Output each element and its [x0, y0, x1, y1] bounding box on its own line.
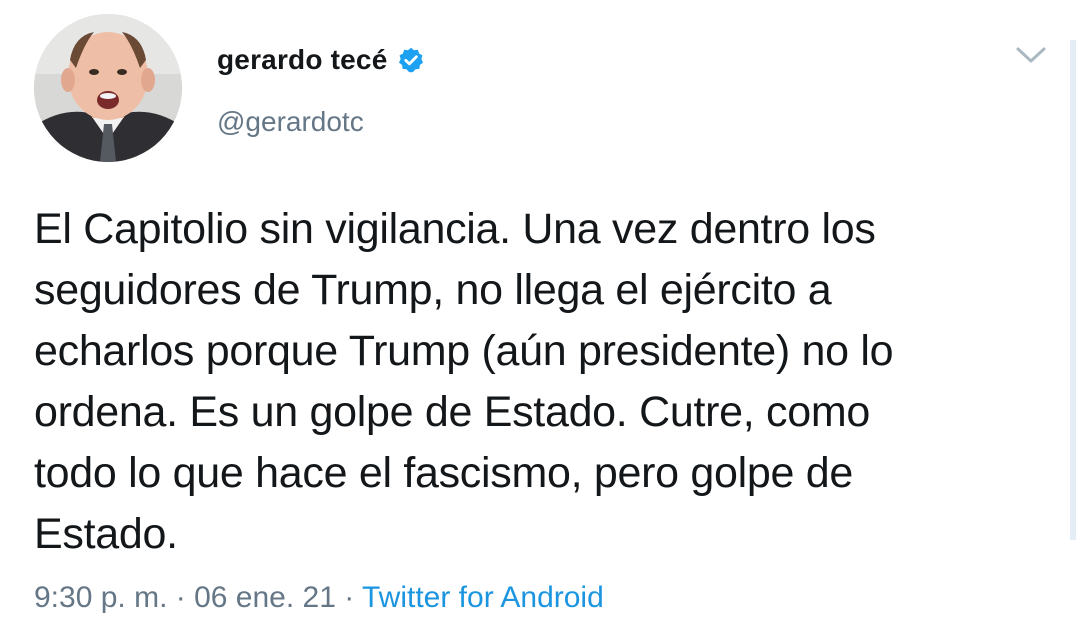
user-name-row[interactable]: gerardo tecé	[217, 40, 425, 80]
tweet-date[interactable]: 06 ene. 21	[194, 581, 336, 614]
meta-separator: ·	[167, 581, 195, 614]
tweet-source-link[interactable]: Twitter for Android	[362, 581, 604, 614]
tweet-time[interactable]: 9:30 p. m.	[34, 581, 167, 614]
tweet-meta: 9:30 p. m. · 06 ene. 21 · Twitter for An…	[34, 581, 604, 615]
avatar-image	[34, 14, 182, 162]
avatar[interactable]	[34, 14, 182, 162]
chevron-down-icon[interactable]	[1012, 40, 1050, 70]
tweet-card: gerardo tecé @gerardotc El Capitolio sin…	[0, 0, 1080, 632]
display-name[interactable]: gerardo tecé	[217, 44, 387, 76]
tweet-text: El Capitolio sin vigilancia. Una vez den…	[34, 205, 894, 558]
scrollbar[interactable]	[1070, 40, 1076, 540]
meta-separator: ·	[335, 581, 362, 614]
user-handle[interactable]: @gerardotc	[217, 106, 364, 138]
verified-badge-icon	[397, 46, 425, 74]
